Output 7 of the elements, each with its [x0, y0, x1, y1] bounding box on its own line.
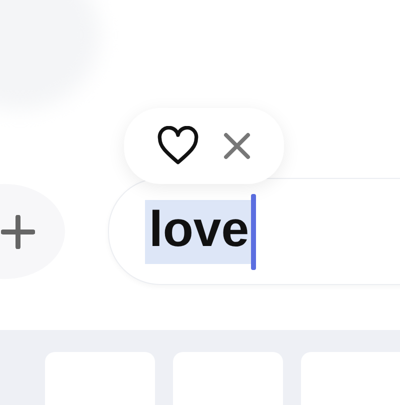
message-field[interactable]: love [108, 178, 400, 285]
plus-icon [1, 214, 35, 248]
selected-text: love [145, 200, 252, 264]
close-icon [222, 131, 252, 161]
heart-icon [156, 126, 200, 166]
close-button[interactable] [222, 131, 252, 161]
heart-button[interactable] [156, 126, 200, 166]
